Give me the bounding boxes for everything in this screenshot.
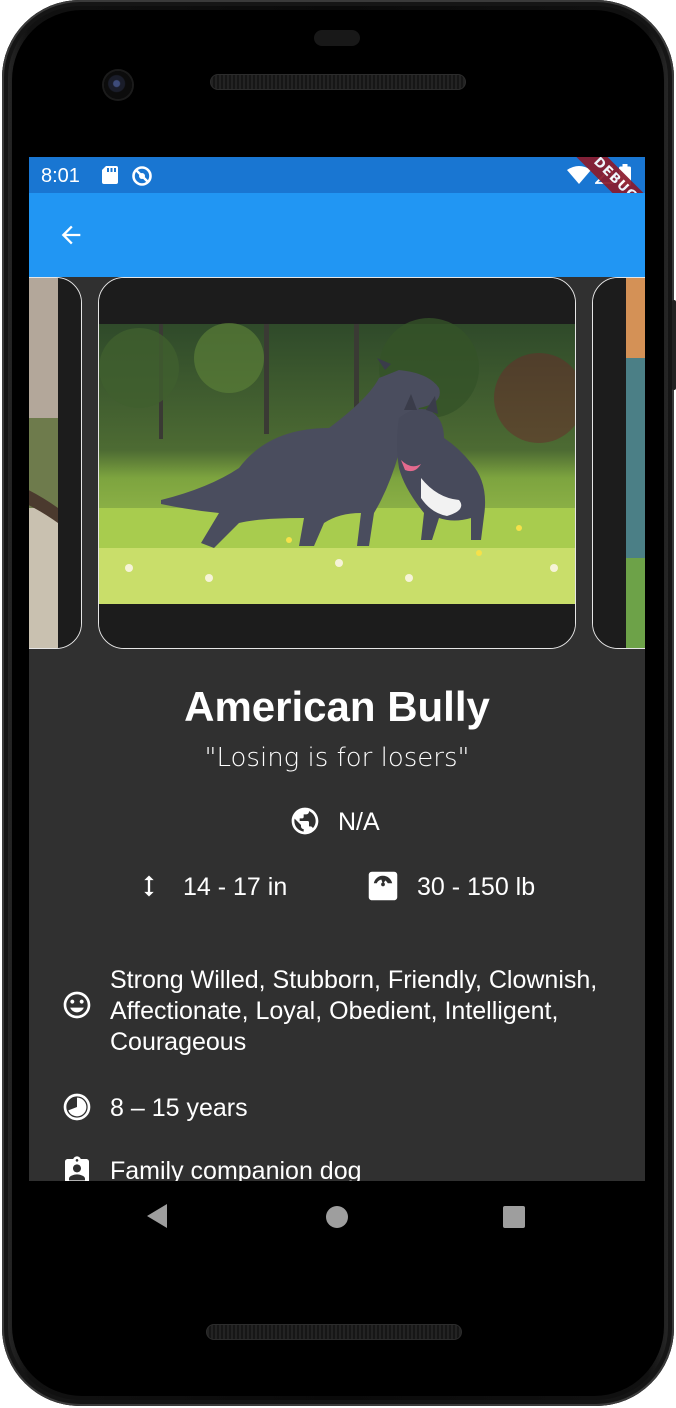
circle-home-icon xyxy=(326,1206,348,1228)
breed-bred-for: Family companion dog xyxy=(110,1157,362,1181)
arrow-back-icon xyxy=(61,225,81,245)
image-carousel[interactable] xyxy=(29,277,645,651)
breed-name: American Bully xyxy=(184,683,490,730)
carousel-card-previous[interactable] xyxy=(29,277,82,649)
height-icon xyxy=(135,869,163,908)
sd-card-icon xyxy=(101,165,119,190)
bottom-speaker xyxy=(206,1324,462,1340)
breed-info: American Bully "Losing is for losers" N/… xyxy=(29,651,645,1181)
breed-motto: "Losing is for losers" xyxy=(204,743,470,773)
dog-photo-previous xyxy=(29,278,81,648)
nav-back-button[interactable] xyxy=(145,1203,169,1234)
square-recents-icon xyxy=(503,1206,525,1228)
weight-scale-icon xyxy=(364,867,402,910)
breed-origin: N/A xyxy=(338,808,380,836)
power-button xyxy=(672,300,676,390)
carousel-card-next[interactable] xyxy=(592,277,645,649)
breed-temperament: Strong Willed, Stubborn, Friendly, Clown… xyxy=(110,966,598,1056)
wifi-icon xyxy=(567,166,591,189)
clipboard-icon xyxy=(61,1154,93,1181)
earpiece-speaker xyxy=(210,74,466,90)
screen: 8:01 DEBUG American Bully "Losing is for… xyxy=(29,157,645,1181)
dog-photo xyxy=(99,278,575,648)
breed-weight: 30 - 150 lb xyxy=(417,873,536,901)
carousel-card-current[interactable] xyxy=(98,277,576,649)
dog-photo-next xyxy=(593,278,645,648)
clock-icon xyxy=(61,1091,93,1128)
triangle-back-icon xyxy=(147,1204,167,1228)
smiley-face-icon xyxy=(61,989,93,1026)
app-bar xyxy=(29,193,645,277)
nav-home-button[interactable] xyxy=(325,1205,349,1234)
navigation-bar xyxy=(29,1181,645,1253)
globe-icon xyxy=(289,805,321,842)
nav-recents-button[interactable] xyxy=(502,1205,526,1234)
data-saver-icon xyxy=(131,165,153,192)
status-bar: 8:01 DEBUG xyxy=(29,157,645,231)
breed-height: 14 - 17 in xyxy=(183,873,288,901)
back-button[interactable] xyxy=(51,215,91,255)
breed-life-span: 8 – 15 years xyxy=(110,1094,248,1122)
front-camera xyxy=(104,71,132,99)
status-time: 8:01 xyxy=(41,165,80,187)
top-notch xyxy=(314,30,360,46)
